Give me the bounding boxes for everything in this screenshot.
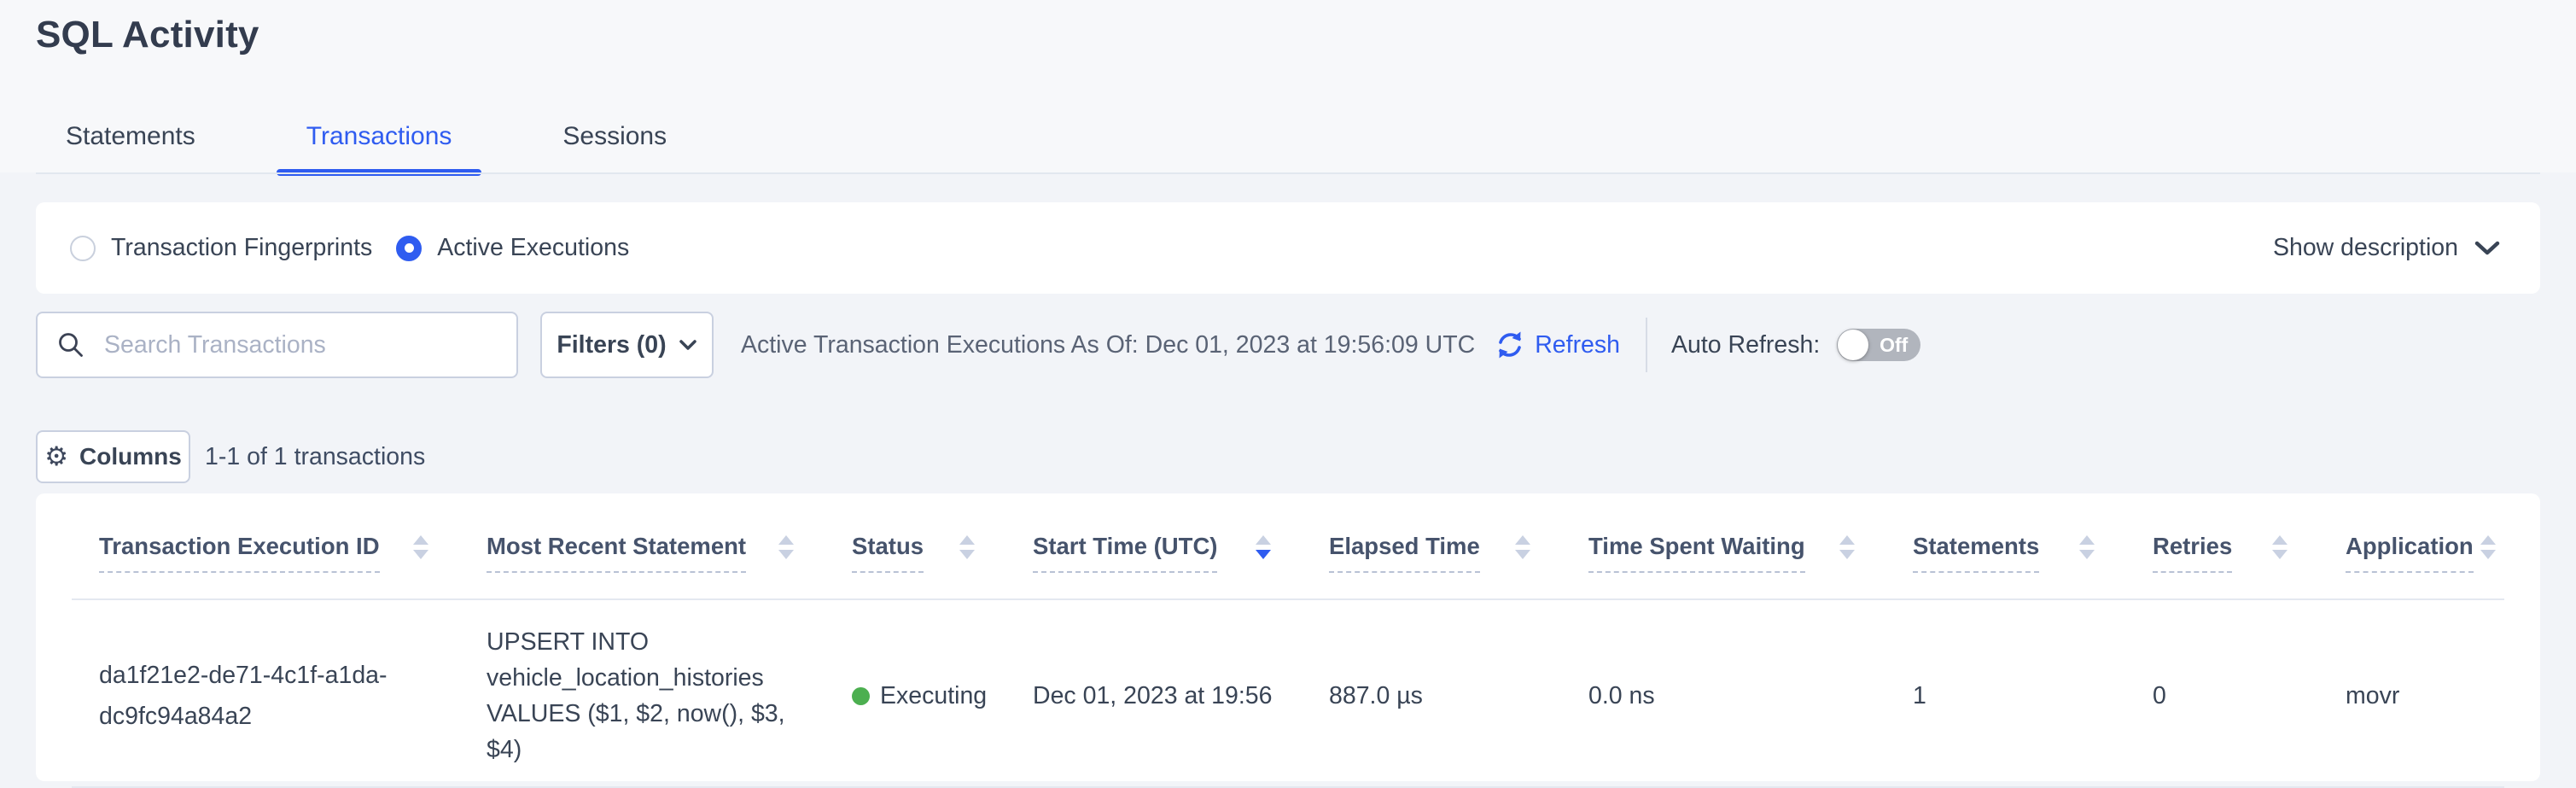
- table-row: da1f21e2-de71-4c1f-a1da-dc9fc94a84a2 UPS…: [72, 600, 2504, 788]
- cell-start-time: Dec 01, 2023 at 19:56: [1005, 678, 1302, 714]
- column-header-application[interactable]: Application: [2318, 533, 2504, 573]
- radio-icon-selected[interactable]: [396, 236, 422, 261]
- columns-button[interactable]: ⚙ Columns: [36, 430, 190, 483]
- gear-icon: ⚙: [44, 444, 68, 470]
- column-header-elapsed-time[interactable]: Elapsed Time: [1302, 533, 1561, 573]
- transactions-table: Transaction Execution ID Most Recent Sta…: [36, 493, 2540, 781]
- sort-icon[interactable]: [1839, 535, 1855, 559]
- filters-button[interactable]: Filters (0): [540, 312, 714, 378]
- column-header-time-spent-waiting[interactable]: Time Spent Waiting: [1561, 533, 1885, 573]
- toggle-knob: [1838, 330, 1868, 360]
- column-header-status[interactable]: Status: [825, 533, 1005, 573]
- column-header-start-time[interactable]: Start Time (UTC): [1005, 533, 1302, 573]
- radio-active-executions[interactable]: Active Executions: [396, 234, 629, 262]
- column-header-transaction-execution-id[interactable]: Transaction Execution ID: [72, 533, 459, 573]
- sort-icon[interactable]: [2272, 535, 2288, 559]
- tab-statements[interactable]: Statements: [10, 101, 251, 176]
- radio-label[interactable]: Transaction Fingerprints: [111, 234, 372, 262]
- search-icon: [56, 330, 85, 359]
- search-input[interactable]: [36, 312, 518, 378]
- cell-most-recent-statement: UPSERT INTO vehicle_location_histories V…: [459, 624, 825, 768]
- status-executing-dot-icon: [852, 687, 870, 705]
- tab-sessions[interactable]: Sessions: [507, 101, 722, 176]
- statement-text: UPSERT INTO vehicle_location_histories V…: [487, 624, 825, 768]
- cell-time-spent-waiting: 0.0 ns: [1561, 678, 1885, 714]
- column-header-retries[interactable]: Retries: [2125, 533, 2318, 573]
- as-of-timestamp: Active Transaction Executions As Of: Dec…: [741, 331, 1475, 359]
- show-description-toggle[interactable]: Show description: [2273, 234, 2501, 262]
- vertical-divider: [1646, 318, 1647, 372]
- tab-bar: Statements Transactions Sessions: [10, 101, 722, 176]
- show-description-label: Show description: [2273, 234, 2458, 262]
- auto-refresh-toggle[interactable]: Off: [1837, 329, 1920, 361]
- status-label: Executing: [880, 678, 987, 714]
- view-mode-card: Transaction Fingerprints Active Executio…: [36, 202, 2540, 294]
- radio-transaction-fingerprints[interactable]: Transaction Fingerprints: [70, 234, 372, 262]
- cell-retries: 0: [2125, 678, 2318, 714]
- auto-refresh-label: Auto Refresh:: [1671, 331, 1820, 359]
- tab-transactions[interactable]: Transactions: [251, 101, 508, 176]
- sort-icon[interactable]: [413, 535, 428, 559]
- sort-icon-active-desc[interactable]: [1256, 535, 1271, 559]
- sort-icon[interactable]: [2480, 535, 2496, 559]
- cell-transaction-execution-id: da1f21e2-de71-4c1f-a1da-dc9fc94a84a2: [72, 655, 459, 737]
- columns-label: Columns: [79, 443, 182, 470]
- results-count: 1-1 of 1 transactions: [205, 443, 425, 471]
- cell-elapsed-time: 887.0 µs: [1302, 678, 1561, 714]
- sort-icon[interactable]: [1515, 535, 1530, 559]
- table-toolbar: ⚙ Columns 1-1 of 1 transactions: [36, 430, 425, 483]
- column-header-statements[interactable]: Statements: [1885, 533, 2125, 573]
- table-header: Transaction Execution ID Most Recent Sta…: [72, 493, 2504, 600]
- column-header-most-recent-statement[interactable]: Most Recent Statement: [459, 533, 825, 573]
- search-box: [36, 312, 518, 378]
- cell-status: Executing: [825, 678, 1005, 714]
- chevron-down-icon: [2474, 240, 2501, 257]
- refresh-icon: [1494, 329, 1526, 361]
- refresh-button[interactable]: Refresh: [1494, 329, 1620, 361]
- sort-icon[interactable]: [2079, 535, 2095, 559]
- chevron-down-icon: [679, 339, 697, 352]
- cell-statements: 1: [1885, 678, 2125, 714]
- page-title: SQL Activity: [36, 14, 259, 56]
- filters-label: Filters (0): [557, 331, 666, 359]
- radio-icon-unselected[interactable]: [70, 236, 96, 261]
- toggle-state-label: Off: [1880, 334, 1908, 357]
- sort-icon[interactable]: [778, 535, 794, 559]
- controls-row: Filters (0) Active Transaction Execution…: [36, 312, 1920, 378]
- cell-application: movr: [2318, 678, 2504, 714]
- sort-icon[interactable]: [959, 535, 975, 559]
- radio-label[interactable]: Active Executions: [437, 234, 629, 262]
- refresh-label: Refresh: [1535, 331, 1620, 359]
- transaction-execution-id-link[interactable]: da1f21e2-de71-4c1f-a1da-dc9fc94a84a2: [99, 655, 406, 737]
- tabs-divider: [36, 172, 2540, 174]
